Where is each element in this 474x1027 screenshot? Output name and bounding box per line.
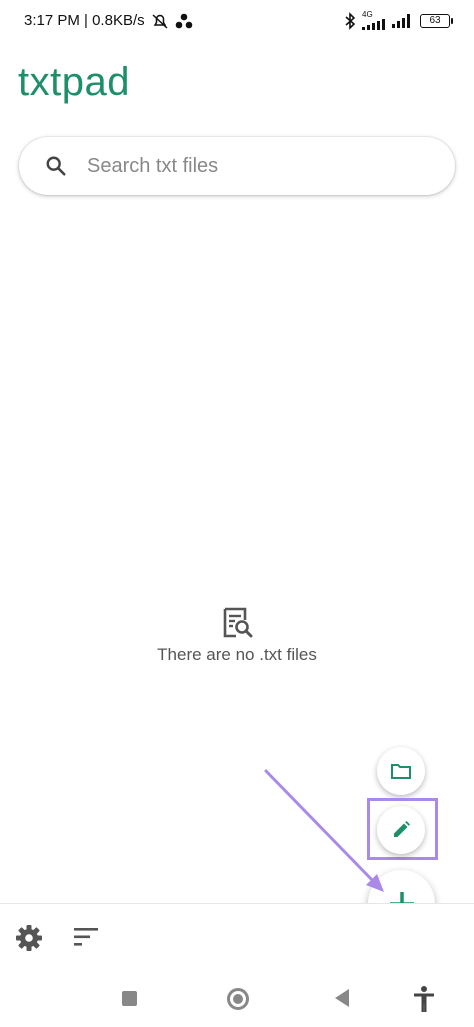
home-button[interactable] [227, 988, 249, 1010]
document-search-icon [223, 607, 253, 638]
bottom-app-bar [0, 903, 474, 969]
status-left: 3:17 PM | 0.8KB/s [24, 12, 193, 29]
alarm-off-icon [152, 13, 168, 29]
status-bar: 3:17 PM | 0.8KB/s 4G 63 [0, 0, 474, 42]
open-folder-button[interactable] [377, 747, 425, 795]
signal-strength-icon-2 [392, 13, 410, 28]
gear-icon[interactable] [15, 924, 43, 952]
empty-state-message: There are no .txt files [157, 645, 317, 664]
recent-apps-button[interactable] [122, 991, 137, 1006]
new-file-button[interactable] [377, 806, 425, 854]
system-nav-bar [0, 969, 474, 1027]
search-input[interactable] [87, 147, 427, 185]
network-type-label: 4G [362, 10, 373, 19]
accessibility-icon[interactable] [412, 985, 436, 1013]
search-bar[interactable] [19, 137, 455, 195]
app-title: txtpad [18, 60, 130, 104]
pencil-icon [394, 821, 410, 837]
app-notification-icon [175, 13, 192, 28]
battery-indicator: 63 [420, 13, 453, 28]
bluetooth-icon [345, 11, 356, 30]
folder-icon [391, 764, 411, 779]
status-time-speed: 3:17 PM | 0.8KB/s [24, 12, 145, 29]
signal-strength-icon-1 [362, 19, 385, 30]
sort-icon[interactable] [73, 926, 99, 948]
search-icon [46, 156, 66, 176]
status-right: 4G 63 [344, 10, 453, 30]
back-button[interactable] [335, 989, 349, 1007]
